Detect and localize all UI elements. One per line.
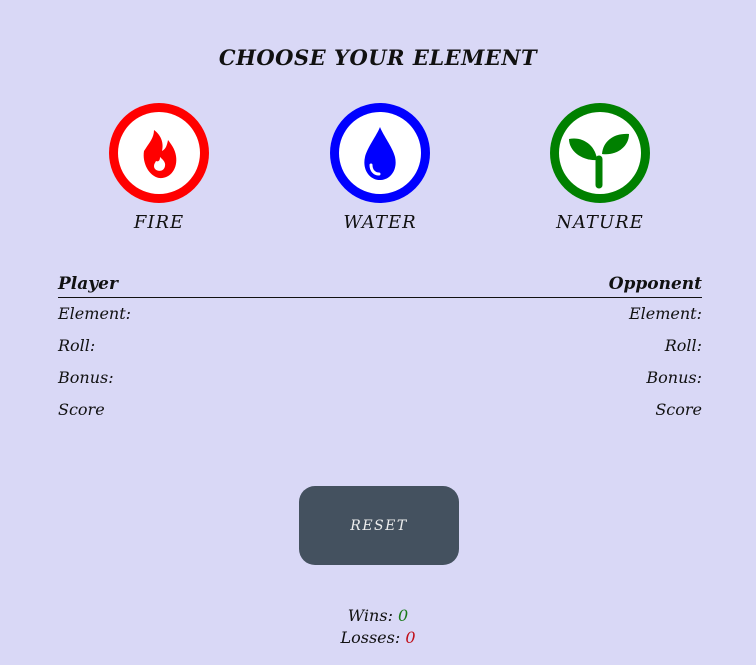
losses-value: 0 (405, 628, 416, 647)
water-drop-icon[interactable] (330, 103, 430, 203)
player-header: Player (58, 274, 118, 294)
element-label-fire: FIRE (133, 212, 185, 233)
stats-header: Player Opponent (58, 272, 702, 298)
element-label-water: WATER (343, 212, 417, 233)
stats-table: Player Opponent Element: Element: Roll: … (58, 272, 702, 426)
element-label-nature: NATURE (556, 212, 644, 233)
opponent-element-label: Element: (628, 304, 702, 323)
opponent-header: Opponent (608, 274, 702, 294)
element-nature[interactable]: NATURE (530, 103, 670, 233)
losses-line: Losses: 0 (0, 627, 756, 649)
opponent-score-label: Score (655, 400, 702, 419)
player-roll-label: Roll: (58, 336, 96, 355)
element-water[interactable]: WATER (310, 103, 450, 233)
opponent-bonus-label: Bonus: (646, 368, 702, 387)
wins-label: Wins: (347, 606, 393, 625)
player-score-label: Score (58, 400, 105, 419)
wins-value: 0 (398, 606, 409, 625)
stats-row-bonus: Bonus: Bonus: (58, 362, 702, 394)
stats-row-roll: Roll: Roll: (58, 330, 702, 362)
reset-button[interactable]: RESET (299, 486, 459, 565)
win-loss-record: Wins: 0 Losses: 0 (0, 605, 756, 649)
sprout-icon[interactable] (550, 103, 650, 203)
fire-icon[interactable] (109, 103, 209, 203)
stats-row-score: Score Score (58, 394, 702, 426)
stats-row-element: Element: Element: (58, 298, 702, 330)
losses-label: Losses: (340, 628, 401, 647)
player-bonus-label: Bonus: (58, 368, 114, 387)
page-title: CHOOSE YOUR ELEMENT (218, 45, 538, 70)
element-fire[interactable]: FIRE (89, 103, 229, 233)
player-element-label: Element: (58, 304, 132, 323)
opponent-roll-label: Roll: (664, 336, 702, 355)
wins-line: Wins: 0 (0, 605, 756, 627)
